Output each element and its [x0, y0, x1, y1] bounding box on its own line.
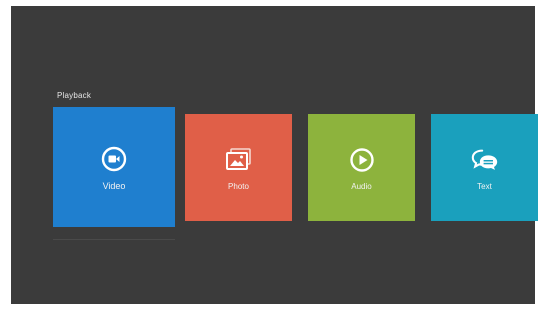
launcher-screen: Playback Video Photo Audio Text: [11, 6, 538, 304]
tile-text[interactable]: Text: [431, 114, 538, 221]
photo-icon: [224, 145, 254, 175]
tile-audio[interactable]: Audio: [308, 114, 415, 221]
focus-indicator: [53, 239, 175, 240]
chat-bubbles-icon: [470, 145, 500, 175]
play-circle-icon: [347, 145, 377, 175]
section-title: Playback: [57, 91, 92, 100]
tile-video[interactable]: Video: [53, 107, 175, 227]
tile-video-label: Video: [102, 180, 126, 191]
video-camera-icon: [99, 144, 129, 174]
tile-text-label: Text: [477, 181, 492, 191]
tile-photo[interactable]: Photo: [185, 114, 292, 221]
tile-audio-label: Audio: [351, 181, 372, 191]
tile-photo-label: Photo: [228, 181, 249, 191]
